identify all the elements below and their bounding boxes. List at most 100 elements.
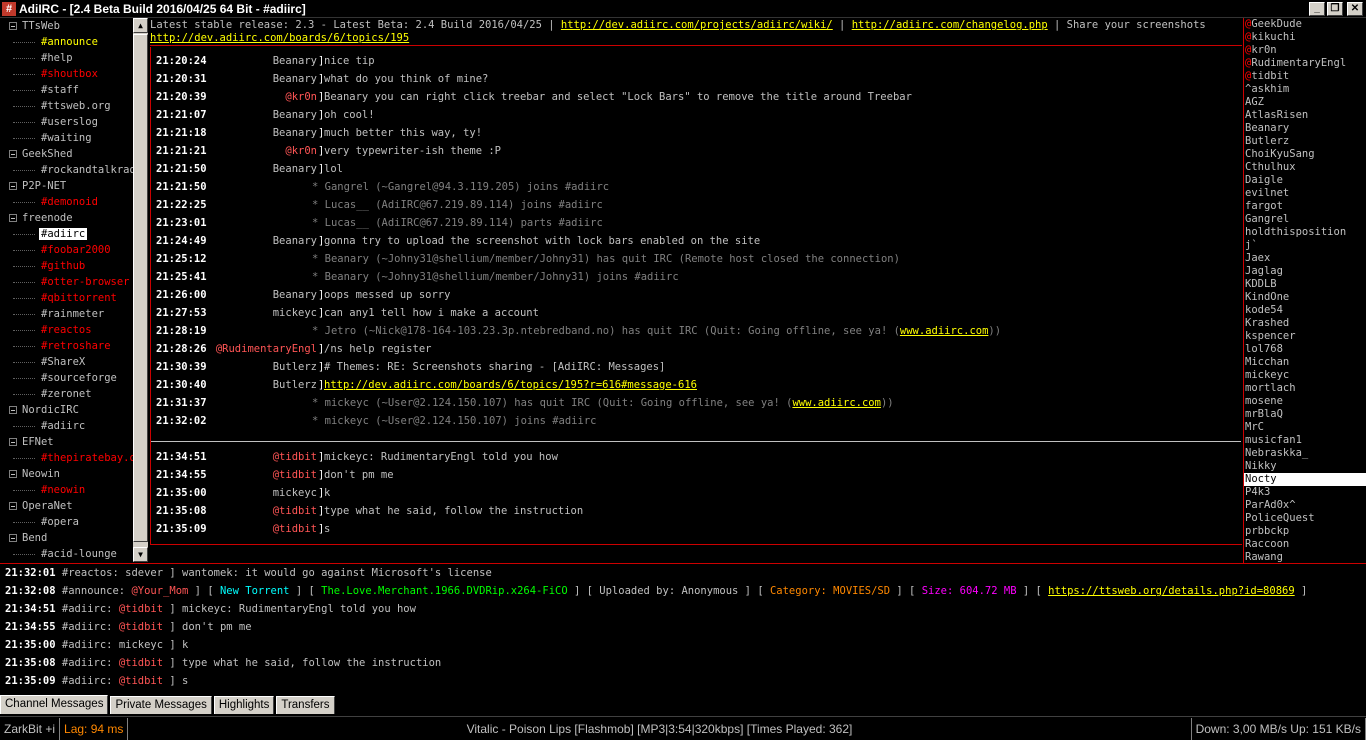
topic-link-screenshots[interactable]: http://dev.adiirc.com/boards/6/topics/19… — [150, 32, 409, 44]
treebar-channel[interactable]: #rainmeter — [0, 306, 133, 322]
treebar-channel[interactable]: #userslog — [0, 114, 133, 130]
scroll-thumb[interactable] — [133, 34, 148, 542]
nicklist-item[interactable]: ParAd0x^ — [1244, 499, 1366, 512]
tab-private-messages[interactable]: Private Messages — [110, 696, 212, 714]
minimize-button[interactable]: _ — [1309, 1, 1325, 16]
nicklist-item[interactable]: ^askhim — [1244, 83, 1366, 96]
nick[interactable]: @tidbit — [273, 466, 317, 484]
treebar-channel[interactable]: #ttsweb.org — [0, 98, 133, 114]
treebar-network[interactable]: TTsWeb — [0, 18, 133, 34]
collapse-toggle-icon[interactable] — [9, 22, 17, 30]
collapse-toggle-icon[interactable] — [9, 406, 17, 414]
nick[interactable]: Beanary — [273, 70, 317, 88]
collapse-toggle-icon[interactable] — [9, 214, 17, 222]
nick[interactable]: @tidbit — [273, 520, 317, 538]
adiirc-app-icon[interactable]: # — [2, 1, 16, 16]
nick[interactable]: @tidbit — [273, 502, 317, 520]
nick[interactable]: @kr0n — [285, 142, 317, 160]
restore-button[interactable]: ❐ — [1327, 1, 1343, 16]
treebar-channel[interactable]: #thepiratebay.org — [0, 450, 133, 466]
treebar-channel[interactable]: #retroshare — [0, 338, 133, 354]
nicklist-item[interactable]: holdthisposition — [1244, 226, 1366, 239]
treebar-network[interactable]: EFNet — [0, 434, 133, 450]
nicklist-item[interactable]: Gangrel — [1244, 213, 1366, 226]
nicklist-item[interactable]: Butlerz — [1244, 135, 1366, 148]
nicklist-item[interactable]: mickeyc — [1244, 369, 1366, 382]
treebar-channel[interactable]: #otter-browser — [0, 274, 133, 290]
treebar-channel[interactable]: #adiirc — [0, 226, 133, 242]
collapse-toggle-icon[interactable] — [9, 438, 17, 446]
nick[interactable]: Beanary — [273, 52, 317, 70]
treebar-scrollbar[interactable]: ▲ ▼ — [133, 18, 148, 562]
nicklist-item[interactable]: prbbckp — [1244, 525, 1366, 538]
nick[interactable]: mickeyc — [273, 484, 317, 502]
scroll-down-arrow-icon[interactable]: ▼ — [133, 547, 148, 562]
nicklist-item[interactable]: AGZ — [1244, 96, 1366, 109]
nicklist-item[interactable]: Nocty — [1244, 473, 1366, 486]
close-button[interactable]: ✕ — [1347, 1, 1363, 16]
nicklist-item[interactable]: P4k3 — [1244, 486, 1366, 499]
nicklist-item[interactable]: j` — [1244, 239, 1366, 252]
treebar-channel[interactable]: #ShareX — [0, 354, 133, 370]
treebar-channel[interactable]: #qbittorrent — [0, 290, 133, 306]
tab-transfers[interactable]: Transfers — [276, 696, 335, 714]
collapse-toggle-icon[interactable] — [9, 470, 17, 478]
nick[interactable]: @RudimentaryEngl — [216, 340, 317, 358]
nicklist-item[interactable]: MrC — [1244, 421, 1366, 434]
treebar-channel[interactable]: #demonoid — [0, 194, 133, 210]
treebar-network[interactable]: P2P-NET — [0, 178, 133, 194]
collapse-toggle-icon[interactable] — [9, 502, 17, 510]
treebar-channel[interactable]: #reactos — [0, 322, 133, 338]
nick[interactable]: Beanary — [273, 286, 317, 304]
nicklist-item[interactable]: @kikuchi — [1244, 31, 1366, 44]
nicklist-item[interactable]: Daigle — [1244, 174, 1366, 187]
nicklist-item[interactable]: mosene — [1244, 395, 1366, 408]
nicklist-item[interactable]: @kr0n — [1244, 44, 1366, 57]
nick[interactable]: Butlerz — [273, 358, 317, 376]
nick[interactable]: Beanary — [273, 160, 317, 178]
nicklist-item[interactable]: Cthulhux — [1244, 161, 1366, 174]
topic-link-wiki[interactable]: http://dev.adiirc.com/projects/adiirc/wi… — [561, 19, 833, 31]
collapse-toggle-icon[interactable] — [9, 534, 17, 542]
treebar-network[interactable]: Neowin — [0, 466, 133, 482]
treebar-channel[interactable]: #announce — [0, 34, 133, 50]
nick[interactable]: Beanary — [273, 106, 317, 124]
treebar-channel[interactable]: #rockandtalkradio — [0, 162, 133, 178]
treebar-channel[interactable]: #staff — [0, 82, 133, 98]
message-area[interactable]: 21:20:24 Beanary] nice tip 21:20:31 Beanary]… — [150, 47, 1242, 545]
tab-highlights[interactable]: Highlights — [213, 696, 275, 714]
treebar-channel[interactable]: #sourceforge — [0, 370, 133, 386]
torrent-link[interactable]: https://ttsweb.org/details.php?id=80869 — [1048, 585, 1295, 597]
treebar-channel[interactable]: #foobar2000 — [0, 242, 133, 258]
nicklist-item[interactable]: KindOne — [1244, 291, 1366, 304]
collapse-toggle-icon[interactable] — [9, 150, 17, 158]
nicklist-item[interactable]: Micchan — [1244, 356, 1366, 369]
nick[interactable]: Beanary — [273, 124, 317, 142]
nicklist-item[interactable]: KDDLB — [1244, 278, 1366, 291]
nicklist-item[interactable]: Raccoon — [1244, 538, 1366, 551]
topic-link-changelog[interactable]: http://adiirc.com/changelog.php — [852, 19, 1048, 31]
treebar-network[interactable]: Bend — [0, 530, 133, 546]
scroll-up-arrow-icon[interactable]: ▲ — [133, 18, 148, 33]
nicklist-item[interactable]: fargot — [1244, 200, 1366, 213]
nicklist-item[interactable]: Beanary — [1244, 122, 1366, 135]
treebar-channel[interactable]: #waiting — [0, 130, 133, 146]
nicklist-item[interactable]: Rawang — [1244, 551, 1366, 563]
nicklist-item[interactable]: evilnet — [1244, 187, 1366, 200]
treebar-channel[interactable]: #zeronet — [0, 386, 133, 402]
treebar-network[interactable]: OperaNet — [0, 498, 133, 514]
nicklist-item[interactable]: Nebraskka_ — [1244, 447, 1366, 460]
treebar-channel[interactable]: #github — [0, 258, 133, 274]
treebar-channel[interactable]: #opera — [0, 514, 133, 530]
nicklist-item[interactable]: @RudimentaryEngl — [1244, 57, 1366, 70]
treebar-network[interactable]: NordicIRC — [0, 402, 133, 418]
nicklist-item[interactable]: kode54 — [1244, 304, 1366, 317]
nicklist-item[interactable]: AtlasRisen — [1244, 109, 1366, 122]
collapse-toggle-icon[interactable] — [9, 182, 17, 190]
nicklist-item[interactable]: mortlach — [1244, 382, 1366, 395]
nicklist-item[interactable]: lol768 — [1244, 343, 1366, 356]
nicklist-item[interactable]: Jaglag — [1244, 265, 1366, 278]
monitor-panel[interactable]: 21:32:01 #reactos: sdever ] wantomek: it… — [0, 563, 1366, 694]
treebar-network[interactable]: freenode — [0, 210, 133, 226]
nicklist-item[interactable]: Nikky — [1244, 460, 1366, 473]
